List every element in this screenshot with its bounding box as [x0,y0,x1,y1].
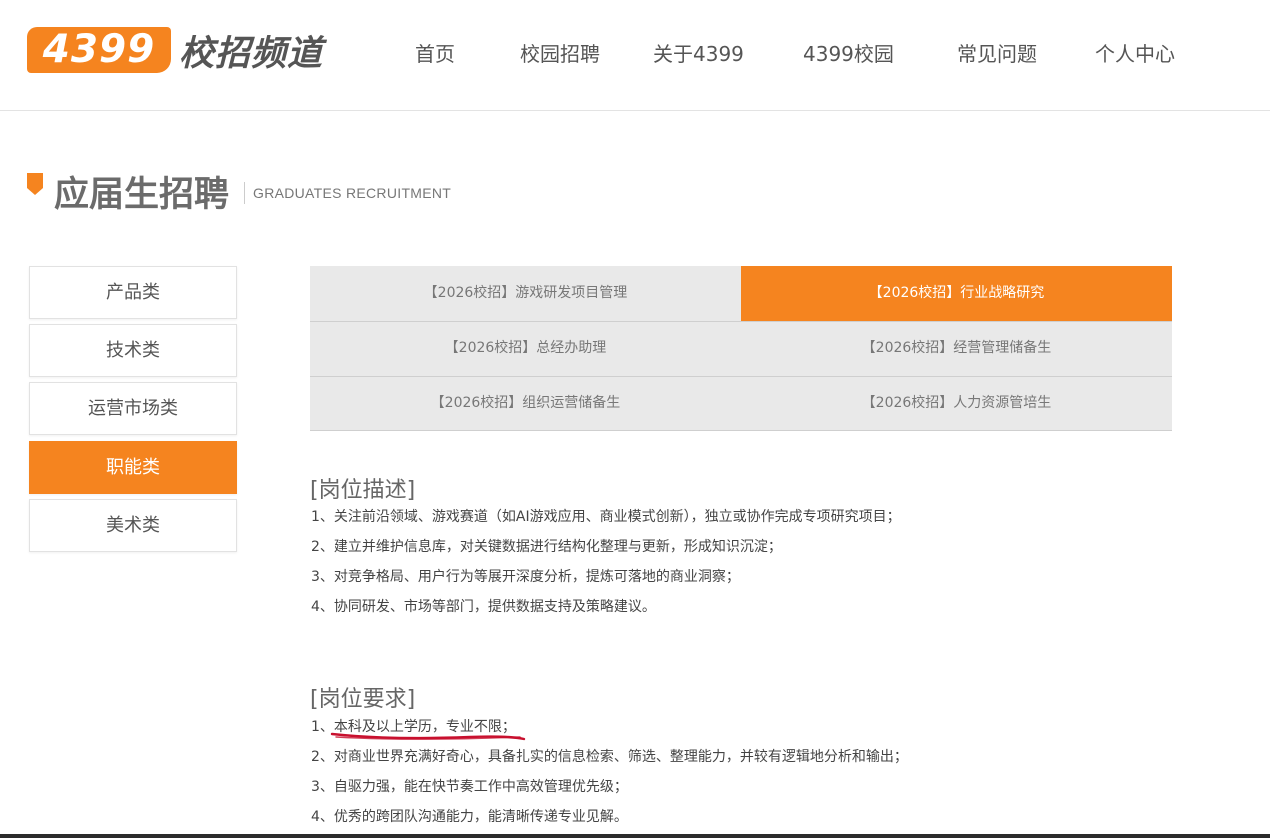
description-item: 2、建立并维护信息库，对关键数据进行结构化整理与更新，形成知识沉淀； [311,539,782,555]
description-item: 4、协同研发、市场等部门，提供数据支持及策略建议。 [311,599,656,615]
title-divider [244,182,245,204]
job-tab[interactable]: 【2026校招】经营管理储备生 [741,321,1172,376]
bottom-edge-bar [0,834,1270,838]
requirements-heading: [岗位要求] [310,687,416,712]
category-functional[interactable]: 职能类 [29,441,237,494]
job-tab[interactable]: 【2026校招】组织运营储备生 [310,376,741,431]
category-product[interactable]: 产品类 [29,266,237,319]
red-underline-annotation [330,732,526,741]
category-technology[interactable]: 技术类 [29,324,237,377]
nav-about[interactable]: 关于4399 [653,38,744,67]
job-tab-active[interactable]: 【2026校招】行业战略研究 [741,266,1172,321]
nav-campus-recruitment[interactable]: 校园招聘 [520,38,600,67]
main-nav: 首页 校园招聘 关于4399 4399校园 常见问题 个人中心 [0,38,1270,68]
page-title: 应届生招聘 [54,175,230,215]
nav-campus[interactable]: 4399校园 [803,38,894,67]
nav-faq[interactable]: 常见问题 [957,38,1037,67]
job-tab[interactable]: 【2026校招】总经办助理 [310,321,741,376]
requirement-item: 4、优秀的跨团队沟通能力，能清晰传递专业见解。 [311,809,628,825]
tab-row-divider [310,321,1172,322]
job-tab[interactable]: 【2026校招】人力资源管培生 [741,376,1172,431]
description-item: 3、对竞争格局、用户行为等展开深度分析，提炼可落地的商业洞察； [311,569,740,585]
nav-home[interactable]: 首页 [415,38,455,67]
category-art[interactable]: 美术类 [29,499,237,552]
job-tabs: 【2026校招】游戏研发项目管理 【2026校招】行业战略研究 【2026校招】… [310,266,1172,431]
site-header: 4399 校招频道 首页 校园招聘 关于4399 4399校园 常见问题 个人中… [0,0,1270,111]
requirement-item: 3、自驱力强，能在快节奏工作中高效管理优先级； [311,779,628,795]
description-heading: [岗位描述] [310,478,416,503]
requirement-item: 2、对商业世界充满好奇心，具备扎实的信息检索、筛选、整理能力，并较有逻辑地分析和… [311,749,908,765]
job-tab[interactable]: 【2026校招】游戏研发项目管理 [310,266,741,321]
category-operations-marketing[interactable]: 运营市场类 [29,382,237,435]
tab-row-divider [310,430,1172,431]
section-marker-icon [27,173,43,195]
description-item: 1、关注前沿领域、游戏赛道（如AI游戏应用、商业模式创新），独立或协作完成专项研… [311,509,901,525]
nav-personal-center[interactable]: 个人中心 [1095,38,1175,67]
page-subtitle: GRADUATES RECRUITMENT [253,185,452,201]
tab-row-divider [310,376,1172,377]
